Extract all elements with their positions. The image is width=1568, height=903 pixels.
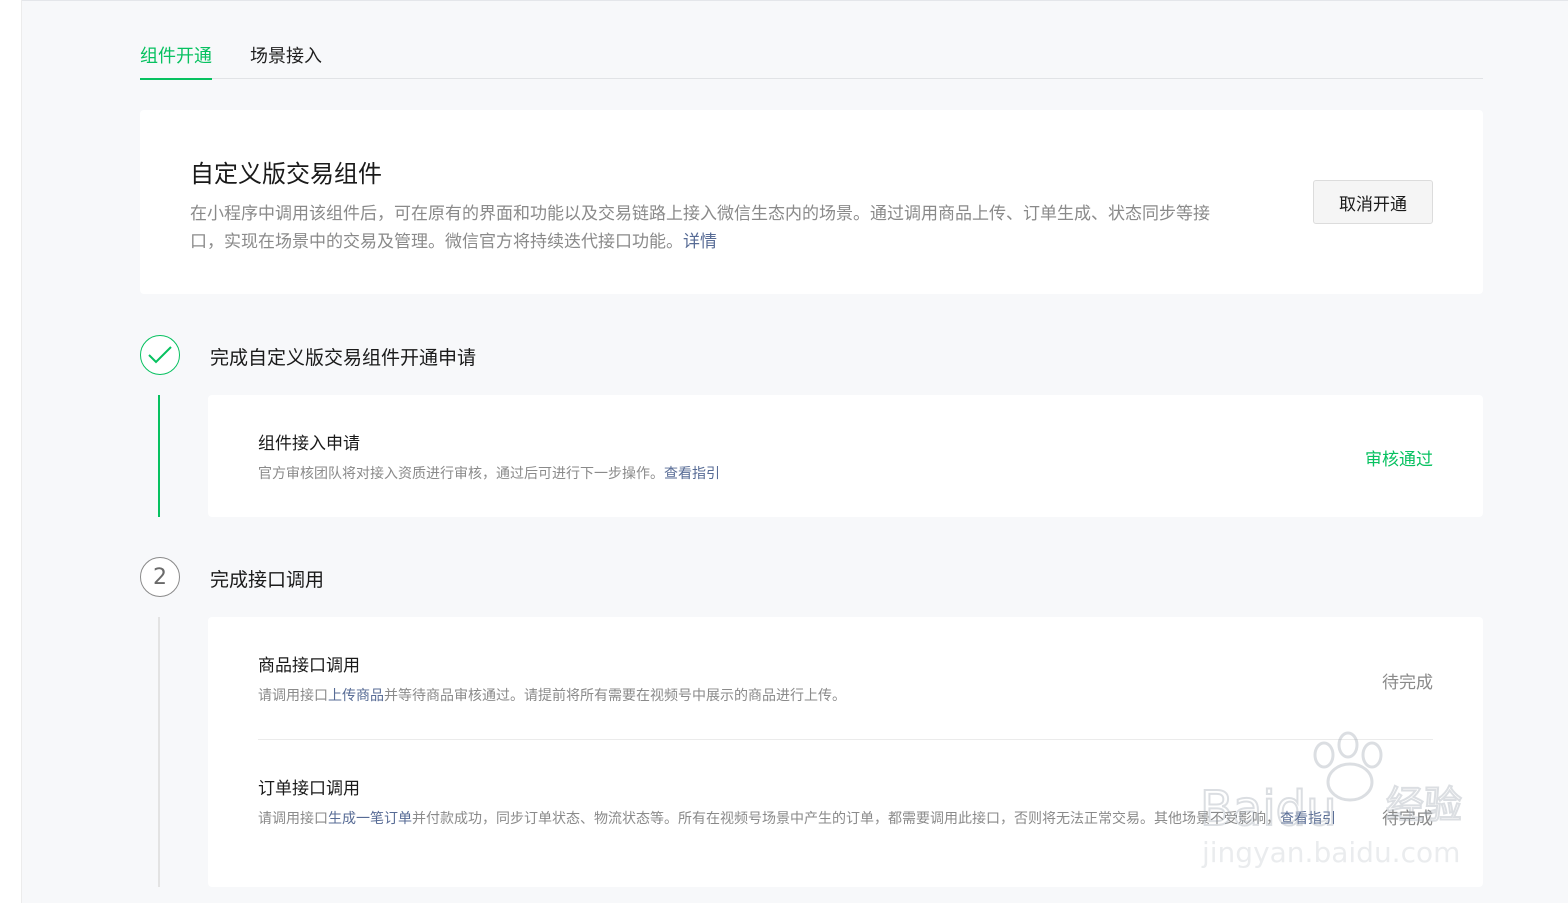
intro-description: 在小程序中调用该组件后，可在原有的界面和功能以及交易链路上接入微信生态内的场景。… bbox=[190, 200, 1240, 256]
intro-card: 自定义版交易组件 在小程序中调用该组件后，可在原有的界面和功能以及交易链路上接入… bbox=[140, 110, 1483, 294]
step-1-connector-line bbox=[158, 395, 160, 517]
status-badge-approved: 审核通过 bbox=[1365, 450, 1433, 470]
detail-link[interactable]: 详情 bbox=[683, 232, 717, 252]
step-2-connector-line bbox=[158, 617, 160, 887]
step-1-done-badge bbox=[140, 335, 180, 375]
status-badge-pending-2: 待完成 bbox=[1382, 809, 1433, 829]
order-api-title: 订单接口调用 bbox=[258, 779, 360, 799]
step-2-task-card: 商品接口调用 请调用接口上传商品并等待商品审核通过。请提前将所有需要在视频号中展… bbox=[208, 617, 1483, 887]
component-apply-desc: 官方审核团队将对接入资质进行审核，通过后可进行下一步操作。查看指引 bbox=[258, 462, 1258, 486]
check-icon bbox=[148, 346, 172, 364]
status-badge-pending: 待完成 bbox=[1382, 673, 1433, 693]
intro-title: 自定义版交易组件 bbox=[190, 160, 382, 188]
tab-scene-access[interactable]: 场景接入 bbox=[250, 42, 322, 79]
product-api-title: 商品接口调用 bbox=[258, 656, 360, 676]
step-1-title: 完成自定义版交易组件开通申请 bbox=[210, 347, 477, 369]
step-1-task-card: 组件接入申请 官方审核团队将对接入资质进行审核，通过后可进行下一步操作。查看指引… bbox=[208, 395, 1483, 517]
step-2-title: 完成接口调用 bbox=[210, 569, 325, 591]
upload-product-link[interactable]: 上传商品 bbox=[328, 688, 384, 704]
product-api-desc: 请调用接口上传商品并等待商品审核通过。请提前将所有需要在视频号中展示的商品进行上… bbox=[258, 684, 1308, 708]
step-2-number: 2 bbox=[153, 564, 167, 590]
tab-component-activation[interactable]: 组件开通 bbox=[140, 42, 212, 80]
item-divider bbox=[258, 739, 1433, 740]
create-order-link[interactable]: 生成一笔订单 bbox=[328, 811, 412, 827]
order-api-desc-pre: 请调用接口 bbox=[258, 811, 328, 827]
left-sidebar-edge bbox=[0, 0, 22, 903]
cancel-activation-button[interactable]: 取消开通 bbox=[1313, 180, 1433, 224]
order-api-desc-post: 并付款成功，同步订单状态、物流状态等。所有在视频号场景中产生的订单，都需要调用此… bbox=[412, 811, 1280, 827]
view-guide-link[interactable]: 查看指引 bbox=[664, 466, 720, 482]
step-2-number-badge: 2 bbox=[140, 557, 180, 597]
component-apply-title: 组件接入申请 bbox=[258, 434, 360, 454]
product-api-desc-pre: 请调用接口 bbox=[258, 688, 328, 704]
tab-bar: 组件开通 场景接入 bbox=[140, 28, 1483, 80]
view-guide-link-2[interactable]: 查看指引 bbox=[1280, 811, 1336, 827]
product-api-desc-post: 并等待商品审核通过。请提前将所有需要在视频号中展示的商品进行上传。 bbox=[384, 688, 846, 704]
component-apply-desc-text: 官方审核团队将对接入资质进行审核，通过后可进行下一步操作。 bbox=[258, 466, 664, 482]
order-api-desc: 请调用接口生成一笔订单并付款成功，同步订单状态、物流状态等。所有在视频号场景中产… bbox=[258, 807, 1363, 831]
main-content: 组件开通 场景接入 自定义版交易组件 在小程序中调用该组件后，可在原有的界面和功… bbox=[140, 0, 1483, 903]
